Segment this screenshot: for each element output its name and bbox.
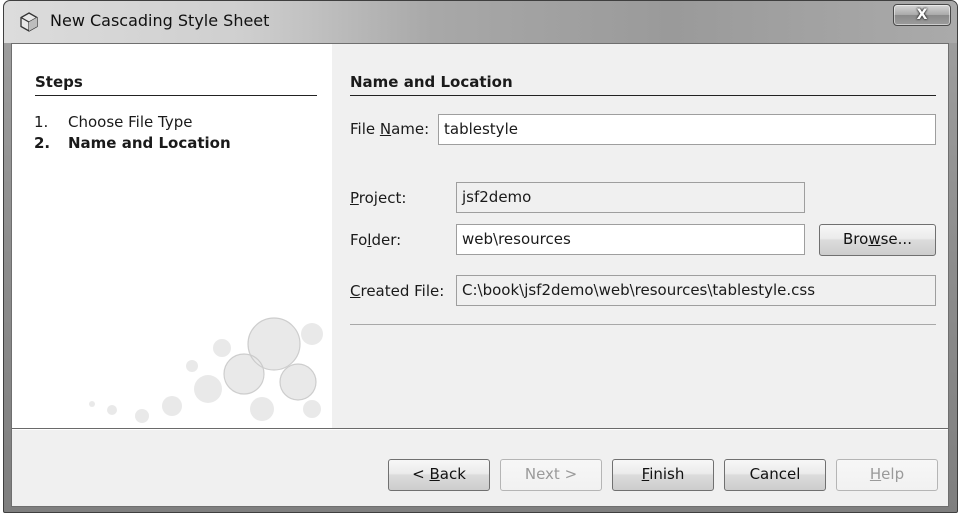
step-number: 2. <box>34 134 51 152</box>
title-bar[interactable]: New Cascading Style Sheet X <box>4 1 957 43</box>
button-mnemonic: H <box>869 465 882 483</box>
label-text: reated File: <box>360 282 445 300</box>
window-title: New Cascading Style Sheet <box>50 11 270 30</box>
button-text: ack <box>439 465 466 483</box>
label-mnemonic: N <box>379 120 392 138</box>
close-icon: X <box>916 7 928 23</box>
button-text: inish <box>649 465 685 483</box>
finish-button[interactable]: Finish <box>612 459 714 491</box>
steps-panel: Steps 1. Choose File Type 2. Name and Loca… <box>12 44 332 428</box>
content-separator <box>350 324 936 325</box>
file-name-input[interactable]: tablestyle <box>438 114 936 145</box>
button-mnemonic: B <box>429 465 440 483</box>
step-label: Name and Location <box>68 134 231 152</box>
decorative-bubbles-graphic <box>89 317 323 423</box>
browse-button[interactable]: Browse... <box>819 224 936 256</box>
footer-separator-highlight <box>12 429 948 430</box>
steps-heading: Steps <box>35 73 83 91</box>
label-text: File <box>350 120 380 138</box>
button-text: < <box>412 465 430 483</box>
help-button[interactable]: Help <box>836 459 938 491</box>
button-mnemonic: w <box>868 230 881 248</box>
project-field: jsf2demo <box>456 182 805 213</box>
label-mnemonic: P <box>350 189 359 207</box>
content-divider <box>350 95 936 96</box>
cancel-button[interactable]: Cancel <box>724 459 826 491</box>
file-name-label: File Name: <box>350 120 429 138</box>
folder-label: Folder: <box>350 231 401 249</box>
close-button[interactable]: X <box>893 4 951 26</box>
created-file-field: C:\book\jsf2demo\web\resources\tablestyl… <box>456 275 936 306</box>
steps-divider <box>35 95 317 96</box>
project-label: Project: <box>350 189 406 207</box>
label-text: Fo <box>350 231 368 249</box>
dialog-client: Steps 1. Choose File Type 2. Name and Loca… <box>11 43 949 507</box>
label-text: roject: <box>358 189 407 207</box>
dialog-window: New Cascading Style Sheet X Steps 1. Cho… <box>3 0 958 513</box>
created-file-label: Created File: <box>350 282 444 300</box>
netbeans-cube-icon <box>20 12 38 32</box>
button-text: Bro <box>843 230 869 248</box>
button-text: se... <box>880 230 912 248</box>
step-label: Choose File Type <box>68 113 193 131</box>
content-heading: Name and Location <box>350 73 513 91</box>
button-text: elp <box>881 465 905 483</box>
folder-input[interactable]: web\resources <box>456 224 805 255</box>
label-text: der: <box>371 231 402 249</box>
label-text: ame: <box>391 120 430 138</box>
step-name-and-location: 2. Name and Location <box>34 134 231 152</box>
content-panel: Name and Location File Name: tablestyle … <box>332 44 948 428</box>
next-button[interactable]: Next > <box>500 459 602 491</box>
step-number: 1. <box>34 113 49 131</box>
back-button[interactable]: < Back <box>388 459 490 491</box>
label-mnemonic: C <box>350 282 361 300</box>
step-choose-file-type: 1. Choose File Type <box>34 113 192 131</box>
